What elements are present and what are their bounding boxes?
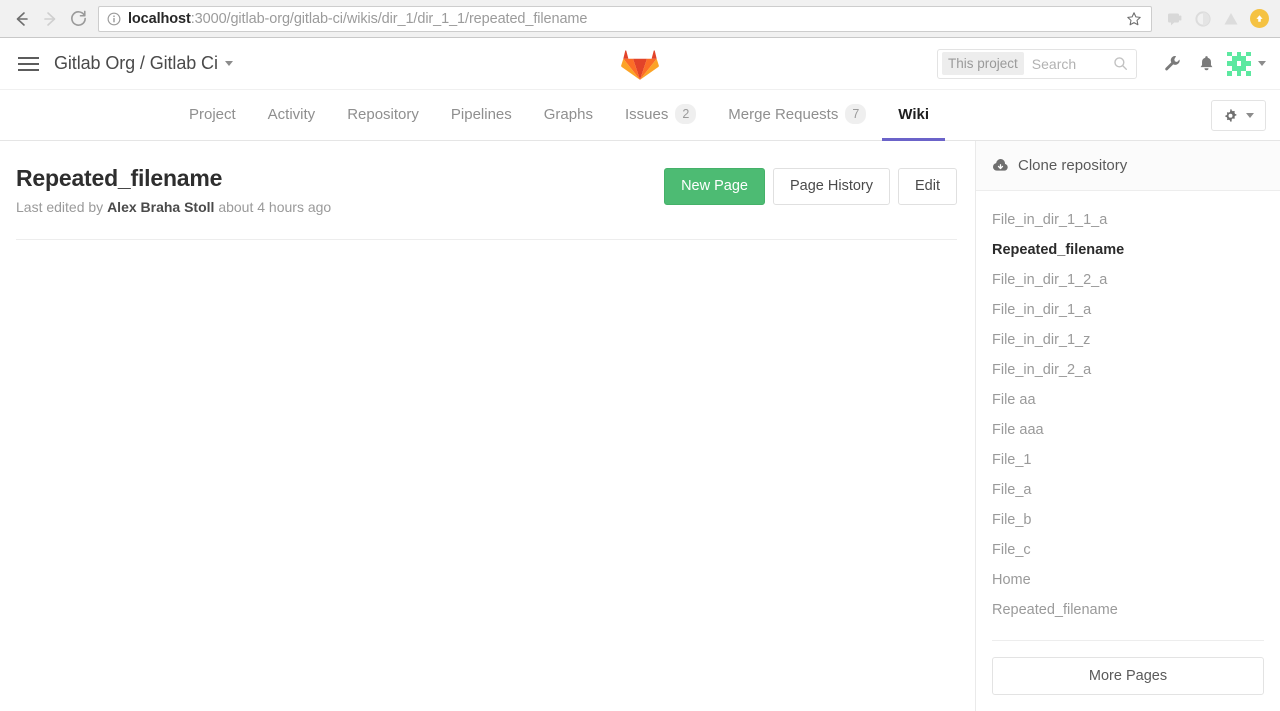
page-title: Repeated_filename: [16, 165, 664, 192]
tab-label: Graphs: [544, 106, 593, 123]
tab-count-badge: 2: [675, 104, 696, 125]
last-edited-prefix: Last edited by: [16, 199, 107, 215]
bookmark-star-icon[interactable]: [1123, 11, 1145, 27]
last-edited-time: about 4 hours ago: [214, 199, 331, 215]
sidebar-divider: [992, 640, 1264, 641]
last-edited-meta: Last edited by Alex Braha Stoll about 4 …: [16, 199, 664, 215]
nav-tab-list: Project Activity Repository Pipelines Graphs…: [133, 90, 945, 140]
more-pages-button[interactable]: More Pages: [992, 657, 1264, 695]
wiki-sidebar: Clone repository File_in_dir_1_1_aRepeat…: [975, 141, 1280, 711]
wiki-sidebar-footer: More Pages: [976, 628, 1280, 711]
tab-graphs[interactable]: Graphs: [528, 90, 609, 141]
url-host: localhost: [128, 11, 191, 27]
last-edited-author[interactable]: Alex Braha Stoll: [107, 199, 214, 215]
notifications-button[interactable]: [1189, 47, 1223, 81]
project-settings-button[interactable]: [1211, 100, 1266, 131]
wiki-page-link[interactable]: File aa: [992, 385, 1264, 415]
wiki-page-link[interactable]: File_in_dir_1_a: [992, 295, 1264, 325]
wiki-page-link[interactable]: File_a: [992, 475, 1264, 505]
search-scope-badge[interactable]: This project: [942, 52, 1024, 75]
gitlab-tanuki-logo[interactable]: [621, 45, 659, 83]
wiki-main-column: Repeated_filename Last edited by Alex Br…: [0, 141, 975, 711]
tab-label: Project: [189, 106, 236, 123]
gitlab-header: Gitlab Org / Gitlab Ci This project: [0, 38, 1280, 90]
new-page-button[interactable]: New Page: [664, 168, 765, 205]
browser-toolbar: localhost:3000/gitlab-org/gitlab-ci/wiki…: [0, 0, 1280, 38]
user-identicon-avatar: [1227, 52, 1251, 76]
cloud-download-icon: [992, 157, 1009, 174]
search-input[interactable]: [1024, 55, 1113, 73]
clone-repository-label: Clone repository: [1018, 157, 1127, 174]
tab-count-badge: 7: [845, 104, 866, 125]
url-path: :3000/gitlab-org/gitlab-ci/wikis/dir_1/d…: [191, 11, 588, 27]
wiki-page-link[interactable]: File_in_dir_1_1_a: [992, 205, 1264, 235]
browser-forward-button[interactable]: [36, 5, 64, 33]
circle-extension-icon[interactable]: [1190, 5, 1216, 33]
page-info-icon[interactable]: [107, 12, 121, 26]
tab-label: Merge Requests: [728, 106, 838, 123]
chevron-down-icon: [1258, 61, 1266, 66]
tab-label: Pipelines: [451, 106, 512, 123]
wiki-page-link[interactable]: File_in_dir_1_2_a: [992, 265, 1264, 295]
wiki-page-link[interactable]: Home: [992, 565, 1264, 595]
search-icon[interactable]: [1113, 56, 1136, 71]
wiki-page-link[interactable]: Repeated_filename: [992, 595, 1264, 625]
wiki-page-link[interactable]: File_in_dir_2_a: [992, 355, 1264, 385]
tab-label: Repository: [347, 106, 419, 123]
tab-project[interactable]: Project: [173, 90, 252, 141]
tab-pipelines[interactable]: Pipelines: [435, 90, 528, 141]
tab-issues[interactable]: Issues 2: [609, 90, 712, 141]
page-history-button[interactable]: Page History: [773, 168, 890, 205]
browser-back-button[interactable]: [8, 5, 36, 33]
hamburger-menu-icon[interactable]: [14, 49, 44, 79]
drive-extension-icon[interactable]: [1218, 5, 1244, 33]
wiki-page-heading-group: Repeated_filename Last edited by Alex Br…: [16, 165, 664, 215]
wiki-page-link[interactable]: File_in_dir_1_z: [992, 325, 1264, 355]
address-bar[interactable]: localhost:3000/gitlab-org/gitlab-ci/wiki…: [98, 6, 1152, 32]
back-arrow-icon: [13, 10, 31, 28]
chat-extension-icon[interactable]: [1162, 5, 1188, 33]
wiki-page-link[interactable]: File_c: [992, 535, 1264, 565]
wiki-page-link[interactable]: File aaa: [992, 415, 1264, 445]
wiki-page-actions: New Page Page History Edit: [664, 165, 957, 205]
header-actions: This project: [937, 47, 1266, 81]
wiki-page-link[interactable]: File_1: [992, 445, 1264, 475]
tab-activity[interactable]: Activity: [252, 90, 332, 141]
gear-icon: [1223, 108, 1238, 123]
browser-reload-button[interactable]: [64, 5, 92, 33]
tab-wiki[interactable]: Wiki: [882, 90, 945, 141]
project-breadcrumb-label: Gitlab Org / Gitlab Ci: [54, 53, 218, 74]
address-bar-url: localhost:3000/gitlab-org/gitlab-ci/wiki…: [128, 11, 1123, 27]
tab-label: Issues: [625, 106, 668, 123]
wiki-page-list: File_in_dir_1_1_aRepeated_filenameFile_i…: [976, 191, 1280, 628]
wiki-content-body: [16, 240, 957, 280]
update-extension-icon[interactable]: [1246, 5, 1272, 33]
wrench-icon: [1163, 54, 1182, 73]
wiki-page-link[interactable]: Repeated_filename: [992, 235, 1264, 265]
bell-icon: [1197, 54, 1216, 73]
reload-icon: [69, 9, 88, 28]
browser-extensions: [1158, 5, 1272, 33]
page-content: Repeated_filename Last edited by Alex Br…: [0, 141, 1280, 711]
clone-repository-button[interactable]: Clone repository: [976, 141, 1280, 191]
tab-label: Wiki: [898, 106, 929, 123]
tab-repository[interactable]: Repository: [331, 90, 435, 141]
tab-label: Activity: [268, 106, 316, 123]
edit-button[interactable]: Edit: [898, 168, 957, 205]
admin-tools-button[interactable]: [1155, 47, 1189, 81]
user-menu[interactable]: [1227, 52, 1266, 76]
project-breadcrumb[interactable]: Gitlab Org / Gitlab Ci: [54, 53, 233, 74]
search-box[interactable]: This project: [937, 49, 1137, 79]
project-nav-tabs: Project Activity Repository Pipelines Graphs…: [0, 90, 1280, 141]
caret-down-icon: [1246, 113, 1254, 118]
forward-arrow-icon: [41, 10, 59, 28]
wiki-page-link[interactable]: File_b: [992, 505, 1264, 535]
wiki-page-header: Repeated_filename Last edited by Alex Br…: [16, 141, 957, 215]
chevron-down-icon: [225, 61, 233, 66]
tab-merge-requests[interactable]: Merge Requests 7: [712, 90, 882, 141]
